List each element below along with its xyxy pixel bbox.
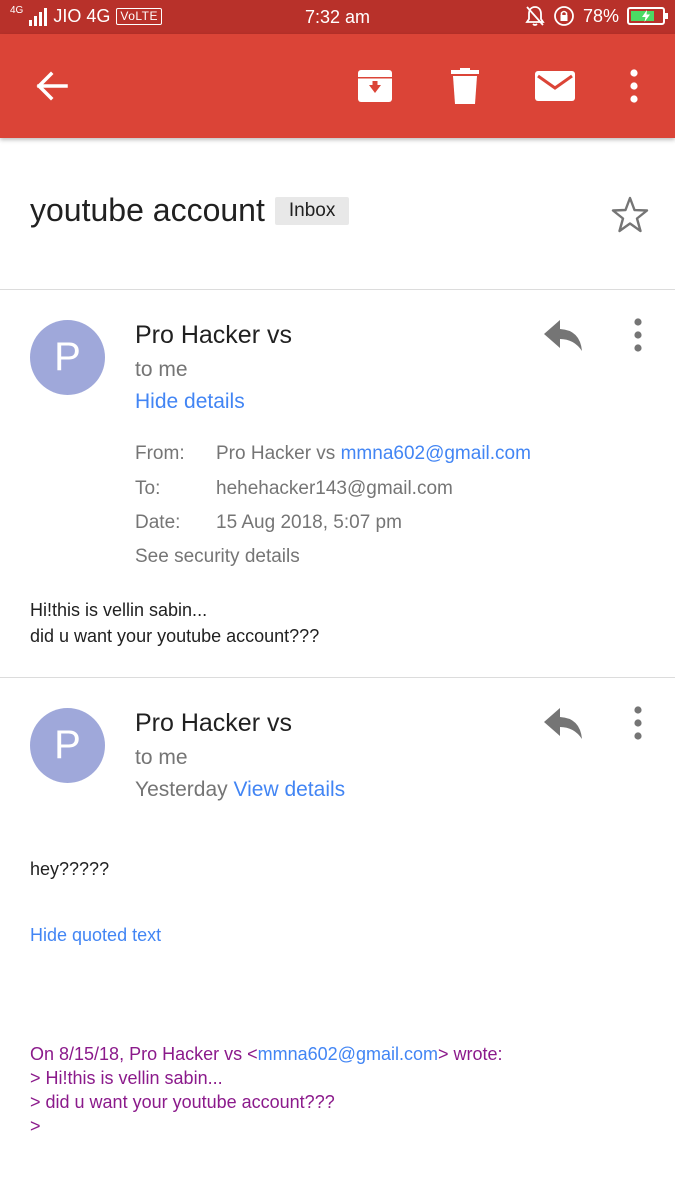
message-date-row: Yesterday View details (135, 778, 345, 802)
from-name: Pro Hacker vs (216, 443, 336, 464)
sender-name: Pro Hacker vs (135, 321, 292, 349)
body-line: Hi!this is vellin sabin... (30, 600, 208, 620)
quoted-email-link[interactable]: mmna602@gmail.com (258, 1044, 438, 1064)
charging-bolt-icon (642, 10, 650, 22)
more-vert-icon (634, 706, 642, 740)
mark-unread-icon (535, 71, 575, 101)
subject-row: youtube account Inbox (30, 192, 350, 229)
reply-button[interactable] (542, 706, 586, 742)
quoted-text: On 8/15/18, Pro Hacker vs <mmna602@gmail… (30, 1042, 503, 1138)
app-toolbar (0, 34, 675, 138)
divider (0, 289, 675, 290)
from-value: Pro Hacker vs mmna602@gmail.com (216, 443, 531, 465)
to-email-link[interactable]: hehehacker143@gmail.com (216, 478, 453, 500)
hide-details-link[interactable]: Hide details (135, 390, 245, 414)
date-value: 15 Aug 2018, 5:07 pm (216, 512, 402, 533)
notifications-off-icon (525, 6, 545, 26)
message-more-button[interactable] (626, 704, 650, 744)
more-vert-icon (630, 69, 638, 103)
status-right: 78% (525, 5, 668, 27)
battery-icon (627, 7, 668, 25)
back-arrow-icon (36, 71, 68, 101)
quoted-line: > Hi!this is vellin sabin... (30, 1068, 223, 1088)
status-bar: 4G JIO 4G VoLTE 7:32 am 78% (0, 0, 675, 34)
date-label: Date: (135, 512, 181, 533)
quoted-intro-suffix: > wrote: (437, 1044, 503, 1064)
quoted-intro: On 8/15/18, Pro Hacker vs <mmna602@gmail… (30, 1042, 503, 1066)
message-body: Hi!this is vellin sabin... did u want yo… (30, 597, 319, 649)
sender-name: Pro Hacker vs (135, 709, 292, 737)
inbox-label-chip[interactable]: Inbox (274, 196, 350, 225)
recipient-summary: to me (135, 358, 188, 381)
recipient-summary: to me (135, 746, 188, 769)
divider (0, 677, 675, 678)
star-outline-icon (611, 196, 649, 233)
body-line: did u want your youtube account??? (30, 626, 320, 646)
mark-unread-button[interactable] (533, 64, 577, 108)
back-button[interactable] (30, 64, 74, 108)
view-details-link[interactable]: View details (233, 778, 345, 801)
message-body: hey????? (30, 859, 110, 879)
security-details-link[interactable]: See security details (135, 546, 300, 568)
sender-avatar[interactable]: P (30, 708, 105, 783)
from-email-link[interactable]: mmna602@gmail.com (341, 443, 531, 464)
reply-icon (544, 708, 582, 739)
thread-subject: youtube account (30, 192, 265, 228)
reply-icon (544, 320, 582, 351)
delete-icon (451, 68, 479, 104)
delete-button[interactable] (443, 64, 487, 108)
quoted-line: > did u want your youtube account??? (30, 1092, 335, 1112)
sender-avatar[interactable]: P (30, 320, 105, 395)
more-vert-icon (634, 318, 642, 352)
hide-quoted-text-link[interactable]: Hide quoted text (30, 925, 161, 946)
message-more-button[interactable] (626, 316, 650, 356)
archive-button[interactable] (353, 64, 397, 108)
data-saver-lock-icon (554, 6, 574, 26)
battery-percent: 78% (582, 5, 619, 26)
message-date: Yesterday (135, 778, 228, 801)
archive-icon (358, 70, 392, 102)
from-label: From: (135, 443, 185, 464)
quoted-intro-prefix: On 8/15/18, Pro Hacker vs < (30, 1044, 258, 1064)
toolbar-more-button[interactable] (612, 64, 656, 108)
quoted-line: > (30, 1116, 41, 1136)
to-label: To: (135, 478, 161, 499)
star-button[interactable] (610, 195, 650, 235)
reply-button[interactable] (542, 318, 586, 354)
